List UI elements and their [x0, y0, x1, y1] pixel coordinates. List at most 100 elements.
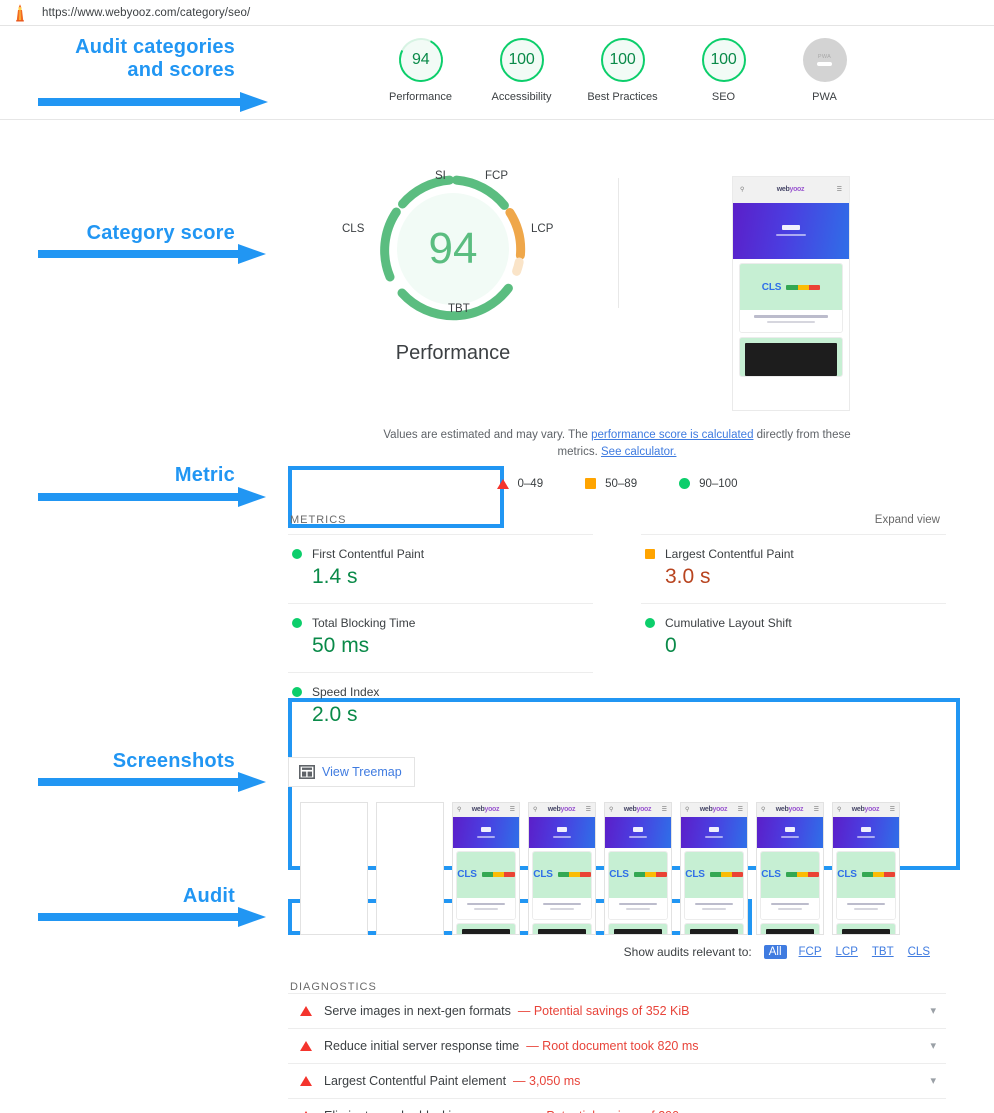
- search-icon: ⚲: [836, 807, 842, 814]
- mock-code-block: [738, 337, 844, 378]
- chevron-down-icon[interactable]: ▾: [930, 1109, 936, 1113]
- filter-pill-cls[interactable]: CLS: [906, 945, 932, 959]
- audit-detail: — Potential savings of 290 ms: [530, 1109, 699, 1113]
- audit-row-lcp-element[interactable]: Largest Contentful Paint element — 3,050…: [288, 1062, 946, 1098]
- category-gauge-seo[interactable]: 100 SEO: [673, 38, 774, 103]
- category-label: SEO: [711, 91, 736, 103]
- legend-item-pass: 90–100: [679, 478, 737, 490]
- category-score-section: 94 SI FCP LCP TBT CLS Performance ⚲ weby…: [288, 120, 946, 425]
- final-screenshot-preview: ⚲ webyooz ☰ CLS: [732, 176, 850, 411]
- audit-detail: — Root document took 820 ms: [526, 1038, 699, 1053]
- performance-score-link[interactable]: performance score is calculated: [591, 429, 753, 441]
- metrics-title: METRICS: [290, 513, 347, 526]
- expand-view-button[interactable]: Expand view: [875, 514, 940, 526]
- category-gauge-pwa[interactable]: PWA PWA: [774, 38, 875, 103]
- audit-title: Eliminate render-blocking resources: [324, 1109, 523, 1113]
- url-text: https://www.webyooz.com/category/seo/: [42, 6, 251, 19]
- category-gauges: 94 Performance 100 Accessibility 100 Bes…: [370, 32, 890, 103]
- na-dash-icon: [817, 62, 832, 66]
- filmstrip-frame[interactable]: ⚲ webyooz ☰ CLS: [604, 801, 672, 935]
- triangle-fail-icon: [300, 1005, 312, 1016]
- score-disclaimer: Values are estimated and may vary. The p…: [288, 427, 946, 462]
- cls-label: CLS: [837, 869, 857, 881]
- filmstrip-frame[interactable]: ⚲ webyooz ☰ CLS: [528, 801, 596, 935]
- audit-label: Eliminate render-blocking resources — Po…: [324, 1109, 930, 1113]
- view-treemap-button[interactable]: View Treemap: [288, 756, 415, 787]
- filmstrip-frame[interactable]: [376, 801, 444, 935]
- metric-speed-index[interactable]: Speed Index 2.0 s: [288, 671, 593, 741]
- chevron-down-icon[interactable]: ▾: [930, 1074, 936, 1087]
- mock-page: ⚲ webyooz ☰ CLS: [733, 177, 849, 410]
- audit-row-serve-images-next-gen[interactable]: Serve images in next-gen formats — Poten…: [288, 992, 946, 1028]
- filter-pill-all[interactable]: All: [763, 944, 787, 959]
- filmstrip-frame[interactable]: ⚲ webyooz ☰ CLS: [680, 801, 748, 935]
- category-label: Accessibility: [491, 91, 552, 103]
- filter-pill-fcp[interactable]: FCP: [797, 945, 824, 959]
- category-label: Best Practices: [587, 91, 658, 103]
- audit-title: Serve images in next-gen formats: [324, 1003, 511, 1018]
- hero-subtitle-bar: [775, 233, 807, 237]
- category-gauge-best-practices[interactable]: 100 Best Practices: [572, 38, 673, 103]
- disclaimer-part-1: Values are estimated and may vary. The: [383, 429, 592, 441]
- metric-value: 3.0 s: [665, 564, 711, 588]
- metric-largest-contentful-paint[interactable]: Largest Contentful Paint 3.0 s: [641, 533, 946, 603]
- score-value: 100: [508, 51, 535, 68]
- hero-title-bar: [781, 224, 801, 230]
- search-icon: ⚲: [684, 807, 690, 814]
- filmstrip-frame[interactable]: ⚲ webyooz ☰ CLS: [452, 801, 520, 935]
- audit-row-eliminate-render-blocking[interactable]: Eliminate render-blocking resources — Po…: [288, 1097, 946, 1113]
- site-logo: webyooz: [699, 806, 728, 814]
- cls-label: CLS: [761, 869, 781, 881]
- hamburger-menu-icon: ☰: [889, 807, 896, 814]
- metric-cumulative-layout-shift[interactable]: Cumulative Layout Shift 0: [641, 602, 946, 672]
- url-bar[interactable]: https://www.webyooz.com/category/seo/: [0, 0, 994, 26]
- metric-first-contentful-paint[interactable]: First Contentful Paint 1.4 s: [288, 533, 593, 603]
- site-logo: webyooz: [851, 806, 880, 814]
- lighthouse-report-screenshot: https://www.webyooz.com/category/seo/ 94…: [0, 0, 994, 1113]
- metric-name: Cumulative Layout Shift: [665, 615, 792, 630]
- legend-label: 0–49: [517, 477, 544, 490]
- score-value: 94: [411, 51, 430, 68]
- metrics-grid: First Contentful Paint 1.4 s Largest Con…: [288, 533, 946, 741]
- category-gauge-performance[interactable]: 94 Performance: [370, 32, 471, 103]
- triangle-fail-icon: [496, 478, 509, 489]
- metric-name: Total Blocking Time: [312, 615, 416, 630]
- metric-grid-spacer: [641, 672, 946, 741]
- performance-gauge: 94 SI FCP LCP TBT CLS Performance: [288, 160, 618, 365]
- metric-name: Speed Index: [312, 684, 380, 699]
- filter-pill-lcp[interactable]: LCP: [834, 945, 860, 959]
- mock-topbar: ⚲ webyooz ☰: [733, 177, 849, 203]
- filmstrip-frame[interactable]: ⚲ webyooz ☰ CLS: [832, 801, 900, 935]
- annotation-arrow-screenshots: [38, 772, 266, 792]
- status-dot-pass: [645, 617, 655, 628]
- filmstrip-frames: ⚲ webyooz ☰ CLS ⚲ webyooz ☰ CLS ⚲ webyoo…: [288, 794, 946, 941]
- site-logo: webyooz: [623, 806, 652, 814]
- hamburger-menu-icon: ☰: [737, 807, 744, 814]
- cls-label: CLS: [457, 869, 477, 881]
- audit-filter-row: Show audits relevant to: All FCP LCP TBT…: [288, 941, 946, 969]
- annotation-line-2: and scores: [127, 59, 235, 81]
- metric-name: Largest Contentful Paint: [665, 546, 794, 561]
- filmstrip-frame[interactable]: [300, 801, 368, 935]
- chevron-down-icon[interactable]: ▾: [930, 1004, 936, 1017]
- performance-gauge-ring: 94 SI FCP LCP TBT CLS: [342, 160, 553, 338]
- filter-pill-tbt[interactable]: TBT: [870, 945, 896, 959]
- metric-total-blocking-time[interactable]: Total Blocking Time 50 ms: [288, 602, 593, 672]
- score-ring-na: PWA: [802, 38, 847, 82]
- metric-name: First Contentful Paint: [312, 546, 425, 561]
- see-calculator-link[interactable]: See calculator.: [601, 446, 676, 458]
- legend-label: 90–100: [699, 477, 738, 490]
- score-ring: 100: [600, 38, 645, 82]
- annotation-label-category-score: Category score: [86, 222, 235, 244]
- status-dot-pass: [292, 617, 302, 628]
- category-gauge-accessibility[interactable]: 100 Accessibility: [471, 38, 572, 103]
- gauge-axis-label-si: SI: [435, 170, 446, 182]
- metric-value: 2.0 s: [312, 702, 358, 726]
- filmstrip-section: ⚲ webyooz ☰ CLS ⚲ webyooz ☰ CLS ⚲ webyoo…: [288, 794, 946, 969]
- chevron-down-icon[interactable]: ▾: [930, 1039, 936, 1052]
- audit-row-reduce-server-response-time[interactable]: Reduce initial server response time — Ro…: [288, 1027, 946, 1063]
- annotation-arrow-category-score: [38, 244, 266, 264]
- audit-detail: — 3,050 ms: [513, 1073, 581, 1088]
- filmstrip-frame[interactable]: ⚲ webyooz ☰ CLS: [756, 801, 824, 935]
- site-logo: webyooz: [775, 806, 804, 814]
